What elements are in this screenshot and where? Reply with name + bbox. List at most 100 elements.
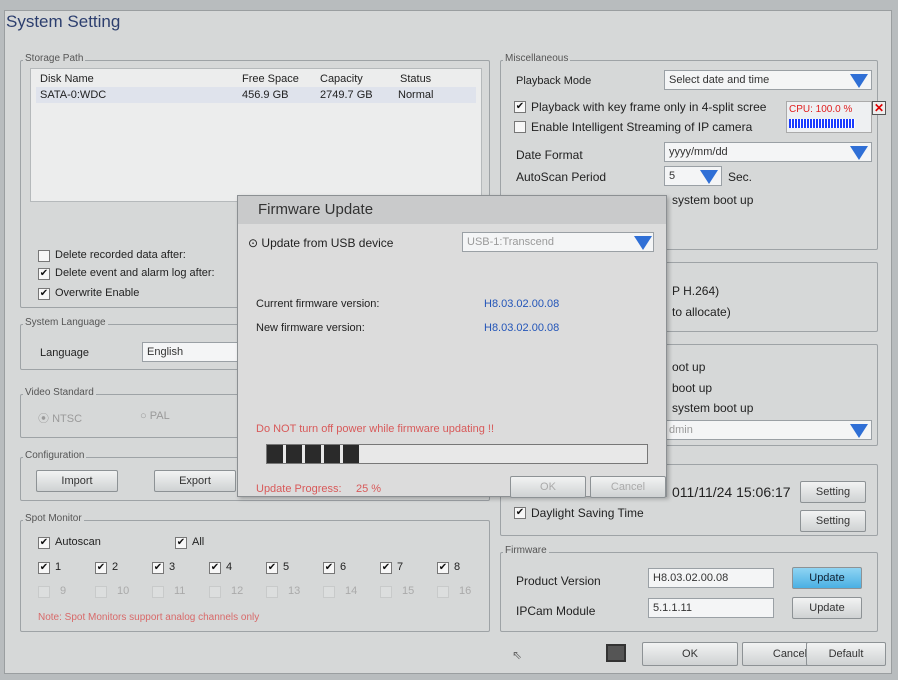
- playback-mode-select[interactable]: Select date and time: [664, 70, 872, 90]
- close-icon[interactable]: ✕: [872, 101, 886, 115]
- default-button[interactable]: Default: [806, 642, 886, 666]
- radio-selected-icon: ⊙: [248, 236, 259, 250]
- channel-15-label: 15: [402, 585, 415, 597]
- dialog-cancel-button[interactable]: Cancel: [590, 476, 666, 498]
- ipcam-module-label: IPCam Module: [516, 604, 596, 618]
- ntsc-radio[interactable]: ⦿ NTSC: [38, 410, 82, 426]
- channel-8-checkbox[interactable]: ✔: [437, 562, 449, 574]
- usb-device-select[interactable]: USB-1:Transcend: [462, 232, 654, 252]
- date-format-label: Date Format: [516, 148, 583, 162]
- firmware-group: Firmware: [500, 545, 878, 632]
- cpu-bar: [789, 119, 855, 128]
- playback-mode-label: Playback Mode: [516, 75, 592, 87]
- chevron-down-icon[interactable]: [700, 170, 718, 184]
- system-language-legend: System Language: [23, 317, 108, 328]
- channel-2-checkbox[interactable]: ✔: [95, 562, 107, 574]
- progress-fill: [267, 445, 362, 463]
- boot-text-3: system boot up: [672, 401, 754, 415]
- channel-12-label: 12: [231, 585, 244, 597]
- language-select[interactable]: English: [142, 342, 238, 362]
- spot-note: Note: Spot Monitors support analog chann…: [38, 612, 260, 623]
- channel-4-checkbox[interactable]: ✔: [209, 562, 221, 574]
- date-format-select[interactable]: yyyy/mm/dd: [664, 142, 872, 162]
- intelligent-streaming-label: Enable Intelligent Streaming of IP camer…: [531, 120, 753, 134]
- datetime-setting-button[interactable]: Setting: [800, 481, 866, 503]
- channel-6-label: 6: [340, 561, 347, 573]
- dialog-ok-button[interactable]: OK: [510, 476, 586, 498]
- delete-event-checkbox[interactable]: ✔: [38, 268, 50, 280]
- all-checkbox[interactable]: ✔: [175, 537, 187, 549]
- autoscan-checkbox[interactable]: ✔: [38, 537, 50, 549]
- language-label: Language: [40, 347, 89, 359]
- cell-disk: SATA-0:WDC: [40, 89, 107, 101]
- channel-5-checkbox[interactable]: ✔: [266, 562, 278, 574]
- firmware-legend: Firmware: [503, 545, 549, 556]
- chevron-down-icon[interactable]: [850, 424, 868, 438]
- col-free-space: Free Space: [242, 73, 299, 85]
- current-version-label: Current firmware version:: [256, 298, 380, 310]
- channel-7-checkbox[interactable]: ✔: [380, 562, 392, 574]
- export-button[interactable]: Export: [154, 470, 236, 492]
- firmware-update-dialog: Firmware Update ⊙ Update from USB device…: [237, 195, 667, 498]
- product-update-button[interactable]: Update: [792, 567, 862, 589]
- overwrite-checkbox[interactable]: ✔: [38, 288, 50, 300]
- dst-setting-button[interactable]: Setting: [800, 510, 866, 532]
- new-version-label: New firmware version:: [256, 322, 365, 334]
- channel-8-label: 8: [454, 561, 461, 573]
- cpu-meter: CPU: 100.0 %: [786, 101, 872, 133]
- channel-1-label: 1: [55, 561, 62, 573]
- datetime-value: 011/11/24 15:06:17: [672, 484, 791, 500]
- save-icon[interactable]: [606, 644, 626, 662]
- update-progress-bar: [266, 444, 648, 464]
- all-label: All: [192, 536, 205, 548]
- product-version-label: Product Version: [516, 574, 601, 588]
- channel-11-checkbox: [152, 586, 164, 598]
- usb-source-radio[interactable]: ⊙ Update from USB device: [248, 236, 393, 250]
- channel-2-label: 2: [112, 561, 119, 573]
- channel-6-checkbox[interactable]: ✔: [323, 562, 335, 574]
- progress-value: 25 %: [356, 483, 382, 495]
- allocate-text: to allocate): [672, 305, 731, 319]
- ipcam-update-button[interactable]: Update: [792, 597, 862, 619]
- keyframe-checkbox[interactable]: ✔: [514, 101, 526, 113]
- boot-up-label: system boot up: [672, 193, 754, 207]
- chevron-down-icon[interactable]: [850, 74, 868, 88]
- channel-9-checkbox: [38, 586, 50, 598]
- overwrite-label: Overwrite Enable: [55, 287, 140, 299]
- channel-10-label: 10: [117, 585, 130, 597]
- cpu-label: CPU: 100.0 %: [789, 104, 853, 115]
- chevron-down-icon[interactable]: [634, 236, 652, 250]
- user-select[interactable]: dmin: [664, 420, 872, 440]
- delete-recorded-label: Delete recorded data after:: [55, 249, 186, 261]
- keyframe-label: Playback with key frame only in 4-split …: [531, 100, 767, 114]
- pal-radio[interactable]: ○ PAL: [140, 410, 170, 422]
- autoscan-unit: Sec.: [728, 170, 753, 184]
- delete-event-label: Delete event and alarm log after:: [55, 267, 215, 279]
- channel-14-checkbox: [323, 586, 335, 598]
- delete-recorded-checkbox[interactable]: [38, 250, 50, 262]
- channel-1-checkbox[interactable]: ✔: [38, 562, 50, 574]
- current-version-value: H8.03.02.00.08: [484, 298, 560, 310]
- progress-label: Update Progress:: [256, 483, 342, 495]
- ok-button[interactable]: OK: [642, 642, 738, 666]
- storage-path-legend: Storage Path: [23, 53, 86, 64]
- dst-checkbox[interactable]: ✔: [514, 507, 526, 519]
- usb-source-label: Update from USB device: [261, 236, 394, 250]
- cell-capacity: 2749.7 GB: [320, 89, 373, 101]
- h264-text: P H.264): [672, 284, 720, 298]
- channel-16-label: 16: [459, 585, 472, 597]
- new-version-value: H8.03.02.00.08: [484, 322, 560, 334]
- radio-selected-icon: ⦿: [38, 413, 49, 425]
- video-standard-legend: Video Standard: [23, 387, 96, 398]
- channel-4-label: 4: [226, 561, 233, 573]
- chevron-down-icon[interactable]: [850, 146, 868, 160]
- window-title: System Setting: [6, 12, 121, 31]
- intelligent-streaming-checkbox[interactable]: [514, 121, 526, 133]
- product-version-field: H8.03.02.00.08: [648, 568, 774, 588]
- import-button[interactable]: Import: [36, 470, 118, 492]
- col-disk-name: Disk Name: [40, 73, 94, 85]
- channel-3-checkbox[interactable]: ✔: [152, 562, 164, 574]
- channel-13-checkbox: [266, 586, 278, 598]
- cell-free: 456.9 GB: [242, 89, 289, 101]
- channel-3-label: 3: [169, 561, 176, 573]
